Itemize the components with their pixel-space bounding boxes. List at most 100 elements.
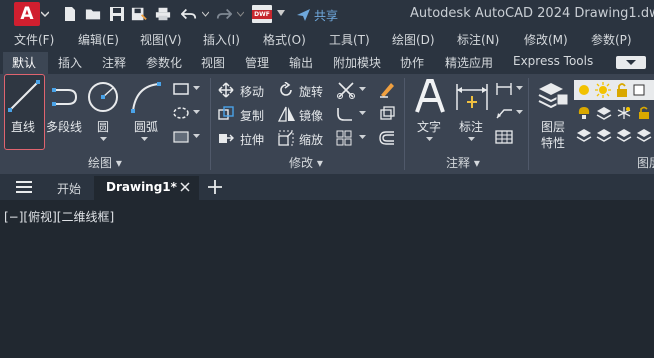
rectangle-tool-icon[interactable] (172, 82, 190, 96)
boundary-tool-icon[interactable] (172, 130, 190, 144)
array-icon[interactable] (336, 130, 352, 146)
scale-button[interactable]: 缩放 (299, 131, 323, 148)
copy-button[interactable]: 复制 (240, 107, 264, 124)
layer-lock-small-icon[interactable] (636, 106, 652, 120)
layer-off-icon[interactable] (576, 106, 592, 120)
menu-insert[interactable]: 插入(I) (203, 31, 240, 48)
tab-output[interactable]: 输出 (289, 54, 313, 71)
tab-collaborate[interactable]: 协作 (400, 54, 424, 71)
layer-unisolate-icon[interactable] (616, 128, 632, 142)
leader-icon[interactable] (495, 106, 513, 120)
tab-express-tools[interactable]: Express Tools (513, 54, 593, 68)
copy-icon[interactable] (218, 106, 234, 122)
fillet-icon[interactable] (336, 106, 354, 122)
share-button[interactable]: 共享 (314, 7, 338, 24)
share-icon[interactable] (296, 7, 311, 22)
move-icon[interactable] (218, 82, 234, 98)
rotate-icon[interactable] (278, 82, 294, 98)
polyline-button[interactable]: 多段线 (46, 118, 82, 135)
tab-addins[interactable]: 附加模块 (333, 54, 381, 71)
redo-dropdown-icon[interactable] (237, 11, 244, 17)
circle-button[interactable]: 圆 (97, 118, 109, 135)
layer-walk-icon[interactable] (636, 128, 652, 142)
menu-parametric[interactable]: 参数(P) (591, 31, 632, 48)
dimension-dropdown-icon[interactable] (468, 137, 475, 142)
tab-view[interactable]: 视图 (201, 54, 225, 71)
menu-draw[interactable]: 绘图(D) (392, 31, 435, 48)
quick-access-customize-icon[interactable] (277, 10, 285, 17)
close-tab-icon[interactable] (180, 182, 190, 192)
linear-dimension-icon[interactable] (495, 82, 513, 96)
mirror-icon[interactable] (278, 106, 296, 122)
layer-match-icon[interactable] (576, 128, 592, 142)
hamburger-menu-icon[interactable] (15, 180, 33, 194)
viewport-controls[interactable]: [−][俯视][二维线框] (4, 208, 114, 225)
layer-properties-label-2[interactable]: 特性 (541, 134, 565, 151)
arc-dropdown-icon[interactable] (141, 137, 148, 142)
layer-isolate-icon[interactable] (596, 106, 612, 120)
layer-properties-label-1[interactable]: 图层 (541, 118, 565, 135)
save-as-icon[interactable] (131, 6, 147, 22)
array-dropdown-icon[interactable] (359, 135, 366, 140)
dimension-button[interactable]: 标注 (459, 118, 483, 135)
open-folder-icon[interactable] (85, 6, 101, 22)
menu-modify[interactable]: 修改(M) (524, 31, 568, 48)
annotation-panel-label[interactable]: 注释 ▾ (446, 154, 480, 171)
save-icon[interactable] (109, 6, 125, 22)
explode-icon[interactable] (378, 106, 396, 122)
print-icon[interactable] (155, 6, 171, 22)
ribbon-minimize-icon[interactable] (616, 56, 646, 69)
menu-view[interactable]: 视图(V) (140, 31, 182, 48)
linear-dimension-dropdown-icon[interactable] (516, 86, 523, 91)
layer-previous-icon[interactable] (596, 128, 612, 142)
menu-dimension[interactable]: 标注(N) (457, 31, 499, 48)
menu-edit[interactable]: 编辑(E) (78, 31, 119, 48)
menu-file[interactable]: 文件(F) (14, 31, 54, 48)
leader-dropdown-icon[interactable] (516, 110, 523, 115)
new-file-icon[interactable] (62, 6, 78, 22)
scale-icon[interactable] (278, 130, 294, 146)
new-tab-plus-icon[interactable] (208, 180, 222, 194)
app-menu-chevron-icon[interactable] (41, 10, 49, 18)
circle-dropdown-icon[interactable] (100, 137, 107, 142)
boundary-dropdown-icon[interactable] (193, 134, 200, 139)
dimension-tool-icon[interactable] (454, 80, 490, 114)
rotate-button[interactable]: 旋转 (299, 83, 323, 100)
tab-annotate[interactable]: 注释 (102, 54, 126, 71)
tab-parametric[interactable]: 参数化 (146, 54, 182, 71)
tab-insert[interactable]: 插入 (58, 54, 82, 71)
arc-tool-icon[interactable] (128, 80, 164, 114)
offset-icon[interactable] (378, 130, 396, 146)
redo-icon[interactable] (216, 6, 232, 22)
rectangle-dropdown-icon[interactable] (193, 86, 200, 91)
stretch-button[interactable]: 拉伸 (240, 131, 264, 148)
menu-format[interactable]: 格式(O) (263, 31, 306, 48)
trim-icon[interactable] (336, 80, 356, 100)
erase-icon[interactable] (378, 80, 396, 98)
polyline-tool-icon[interactable] (50, 82, 82, 112)
tab-default[interactable]: 默认 (12, 54, 36, 71)
tab-featured-apps[interactable]: 精选应用 (445, 54, 493, 71)
dwf-publish-icon[interactable]: DWF (252, 5, 272, 23)
hatch-tool-icon[interactable] (172, 106, 190, 120)
undo-dropdown-icon[interactable] (202, 11, 209, 17)
fillet-dropdown-icon[interactable] (359, 111, 366, 116)
hatch-dropdown-icon[interactable] (193, 110, 200, 115)
stretch-icon[interactable] (218, 130, 234, 146)
text-dropdown-icon[interactable] (426, 137, 433, 142)
start-tab[interactable]: 开始 (57, 180, 81, 197)
circle-tool-icon[interactable] (86, 80, 120, 114)
menu-tools[interactable]: 工具(T) (329, 31, 370, 48)
autocad-logo-icon[interactable]: A (14, 2, 40, 26)
arc-button[interactable]: 圆弧 (134, 118, 158, 135)
layers-panel-label[interactable]: 图层 (637, 154, 654, 171)
move-button[interactable]: 移动 (240, 83, 264, 100)
modify-panel-label[interactable]: 修改 ▾ (289, 154, 323, 171)
text-button[interactable]: 文字 (417, 118, 441, 135)
undo-icon[interactable] (181, 6, 197, 22)
layer-dropdown[interactable] (574, 80, 654, 100)
mirror-button[interactable]: 镜像 (299, 107, 323, 124)
drawing-tab-label[interactable]: Drawing1* (106, 180, 177, 194)
draw-panel-label[interactable]: 绘图 ▾ (88, 154, 122, 171)
tab-manage[interactable]: 管理 (245, 54, 269, 71)
